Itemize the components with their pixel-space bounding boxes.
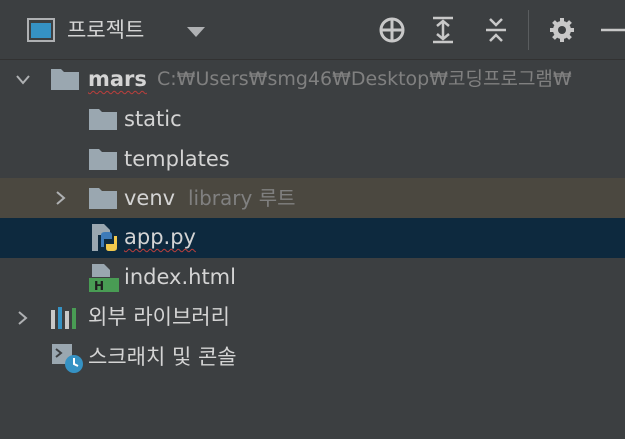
- tree-node-venv[interactable]: venv library 루트: [0, 178, 625, 218]
- svg-text:H: H: [94, 279, 104, 293]
- tree-node-label: templates: [124, 147, 230, 171]
- scratches-console-icon: [52, 344, 83, 373]
- tree-node-label: app.py: [124, 225, 196, 249]
- folder-icon: [89, 109, 117, 130]
- folder-icon: [89, 188, 117, 209]
- folder-icon: [51, 69, 79, 90]
- tree-node-root-name: mars: [88, 67, 147, 91]
- chevron-right-icon[interactable]: [16, 311, 30, 325]
- project-tool-window: 프로젝트 mars C:₩Users₩smg46₩Desktop₩코딩프로그램₩…: [0, 0, 625, 439]
- tree-node-root-path: C:₩Users₩smg46₩Desktop₩코딩프로그램₩: [157, 68, 572, 90]
- tree-node-index-html[interactable]: H index.html: [0, 258, 625, 298]
- project-toolbar: 프로젝트: [0, 0, 625, 60]
- tree-node-label: 외부 라이브러리: [88, 305, 230, 329]
- tree-node-label: index.html: [124, 265, 236, 289]
- tree-node-external-libraries[interactable]: 외부 라이브러리: [0, 298, 625, 338]
- tree-node-label: 스크래치 및 콘솔: [88, 345, 237, 369]
- tree-node-label: venv: [124, 186, 176, 210]
- tree-node-hint: library 루트: [188, 186, 296, 210]
- chevron-right-icon[interactable]: [54, 191, 68, 205]
- folder-icon: [89, 149, 117, 170]
- collapse-all-icon[interactable]: [480, 14, 512, 46]
- project-panel-icon: [27, 18, 55, 42]
- panel-title[interactable]: 프로젝트: [67, 15, 144, 45]
- chevron-down-icon[interactable]: [16, 73, 30, 87]
- html-file-icon: H: [89, 264, 119, 293]
- tree-node-templates[interactable]: templates: [0, 140, 625, 180]
- tree-node-static[interactable]: static: [0, 100, 625, 140]
- caret-down-icon[interactable]: [187, 26, 205, 38]
- tree-node-scratches[interactable]: 스크래치 및 콘솔: [0, 338, 625, 378]
- gear-icon[interactable]: [546, 14, 578, 46]
- tree-node-app-py[interactable]: app.py: [0, 218, 625, 258]
- locate-crosshair-icon[interactable]: [376, 14, 408, 46]
- tree-node-root[interactable]: mars C:₩Users₩smg46₩Desktop₩코딩프로그램₩: [0, 60, 625, 100]
- python-file-icon: [92, 224, 117, 251]
- minimize-icon[interactable]: [597, 14, 625, 46]
- tree-node-label: static: [124, 107, 182, 131]
- toolbar-separator: [528, 10, 529, 50]
- library-icon: [51, 307, 76, 329]
- expand-all-icon[interactable]: [427, 14, 459, 46]
